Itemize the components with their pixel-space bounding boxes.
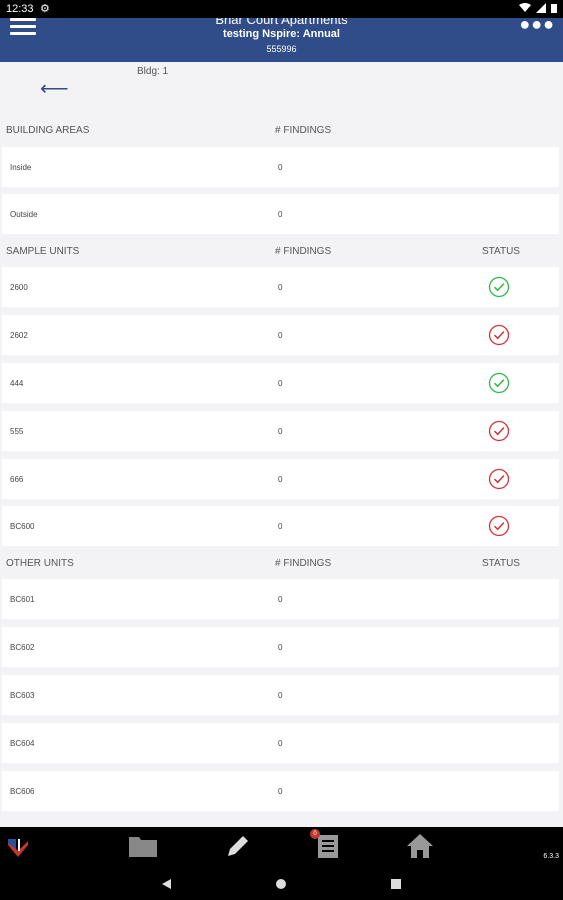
- column-header: # FINDINGS: [275, 558, 332, 569]
- findings-count: 0: [278, 691, 283, 700]
- status-bar: 12:33 ⚙: [0, 0, 563, 18]
- battery-icon: [551, 4, 557, 14]
- findings-count: 0: [278, 739, 283, 748]
- home-icon[interactable]: [406, 833, 434, 859]
- findings-count: 0: [278, 475, 283, 484]
- findings-count: 0: [278, 787, 283, 796]
- home-circle-icon[interactable]: [275, 878, 287, 890]
- area-name: Outside: [10, 210, 38, 219]
- status-icons: [518, 2, 557, 14]
- unit-row[interactable]: BC602 0: [2, 627, 559, 667]
- bottom-nav: 0 6.3.3: [0, 827, 563, 868]
- unit-name: 555: [10, 427, 24, 436]
- check-circle-icon: [488, 324, 510, 346]
- system-nav-bar: [0, 868, 563, 900]
- column-header: OTHER UNITS: [6, 558, 74, 569]
- column-header: BUILDING AREAS: [6, 125, 90, 136]
- check-circle-icon: [488, 276, 510, 298]
- section-header-building-areas: BUILDING AREAS # FINDINGS: [2, 116, 559, 144]
- column-header: STATUS: [482, 246, 520, 257]
- unit-name: 666: [10, 475, 24, 484]
- findings-count: 0: [278, 283, 283, 292]
- column-header: SAMPLE UNITS: [6, 246, 80, 257]
- gear-icon: ⚙: [40, 3, 50, 15]
- area-row[interactable]: Outside 0: [2, 194, 559, 234]
- wifi-icon: [518, 3, 531, 13]
- inspection-code: 555996: [266, 44, 297, 54]
- building-panel: Bldg: 1 ⟵ BUILDING AREAS # FINDINGS Insi…: [2, 62, 559, 827]
- unit-row[interactable]: 666 0: [2, 459, 559, 499]
- inspection-subtitle: testing Nspire: Annual: [223, 28, 340, 40]
- unit-name: BC602: [10, 643, 35, 652]
- section-header-sample-units: SAMPLE UNITS # FINDINGS STATUS: [2, 237, 559, 265]
- check-circle-icon: [488, 468, 510, 490]
- unit-row[interactable]: BC600 0: [2, 506, 559, 546]
- recents-square-icon[interactable]: [390, 878, 402, 890]
- back-triangle-icon[interactable]: [160, 878, 172, 890]
- unit-row[interactable]: 2600 0: [2, 267, 559, 307]
- notification-badge: 0: [310, 829, 320, 839]
- findings-count: 0: [278, 331, 283, 340]
- unit-row[interactable]: 444 0: [2, 363, 559, 403]
- logo-icon[interactable]: [6, 835, 30, 861]
- section-header-other-units: OTHER UNITS # FINDINGS STATUS: [2, 549, 559, 577]
- dots-icon[interactable]: ●●●: [519, 18, 555, 35]
- unit-row[interactable]: BC601 0: [2, 579, 559, 619]
- status-time: 12:33: [6, 3, 34, 15]
- unit-name: 444: [10, 379, 24, 388]
- property-title: Briar Court Apartments: [215, 18, 348, 27]
- findings-count: 0: [278, 595, 283, 604]
- findings-count: 0: [278, 522, 283, 531]
- pencil-icon[interactable]: [225, 833, 251, 859]
- column-header: # FINDINGS: [275, 125, 332, 136]
- arrow-left-icon[interactable]: ⟵: [40, 76, 69, 101]
- unit-row[interactable]: 2602 0: [2, 315, 559, 355]
- building-label: Bldg: 1: [137, 66, 169, 77]
- column-header: # FINDINGS: [275, 246, 332, 257]
- unit-row[interactable]: BC606 0: [2, 771, 559, 811]
- area-row[interactable]: Inside 0: [2, 147, 559, 187]
- unit-row[interactable]: BC603 0: [2, 675, 559, 715]
- signal-icon: [535, 3, 546, 14]
- findings-count: 0: [278, 427, 283, 436]
- app-header: Briar Court Apartments testing Nspire: A…: [0, 18, 563, 62]
- area-name: Inside: [10, 163, 32, 172]
- findings-count: 0: [278, 643, 283, 652]
- unit-name: BC601: [10, 595, 35, 604]
- app-version: 6.3.3: [543, 853, 559, 860]
- unit-name: BC606: [10, 787, 35, 796]
- unit-name: 2602: [10, 331, 28, 340]
- folder-icon[interactable]: [128, 833, 158, 859]
- check-circle-icon: [488, 515, 510, 537]
- findings-count: 0: [278, 210, 283, 219]
- column-header: STATUS: [482, 558, 520, 569]
- findings-count: 0: [278, 163, 283, 172]
- unit-name: BC603: [10, 691, 35, 700]
- clipboard-list-icon[interactable]: 0: [310, 829, 340, 864]
- unit-row[interactable]: BC604 0: [2, 723, 559, 763]
- unit-name: 2600: [10, 283, 28, 292]
- unit-row[interactable]: 555 0: [2, 411, 559, 451]
- check-circle-icon: [488, 372, 510, 394]
- unit-name: BC604: [10, 739, 35, 748]
- unit-name: BC600: [10, 522, 35, 531]
- findings-count: 0: [278, 379, 283, 388]
- check-circle-icon: [488, 420, 510, 442]
